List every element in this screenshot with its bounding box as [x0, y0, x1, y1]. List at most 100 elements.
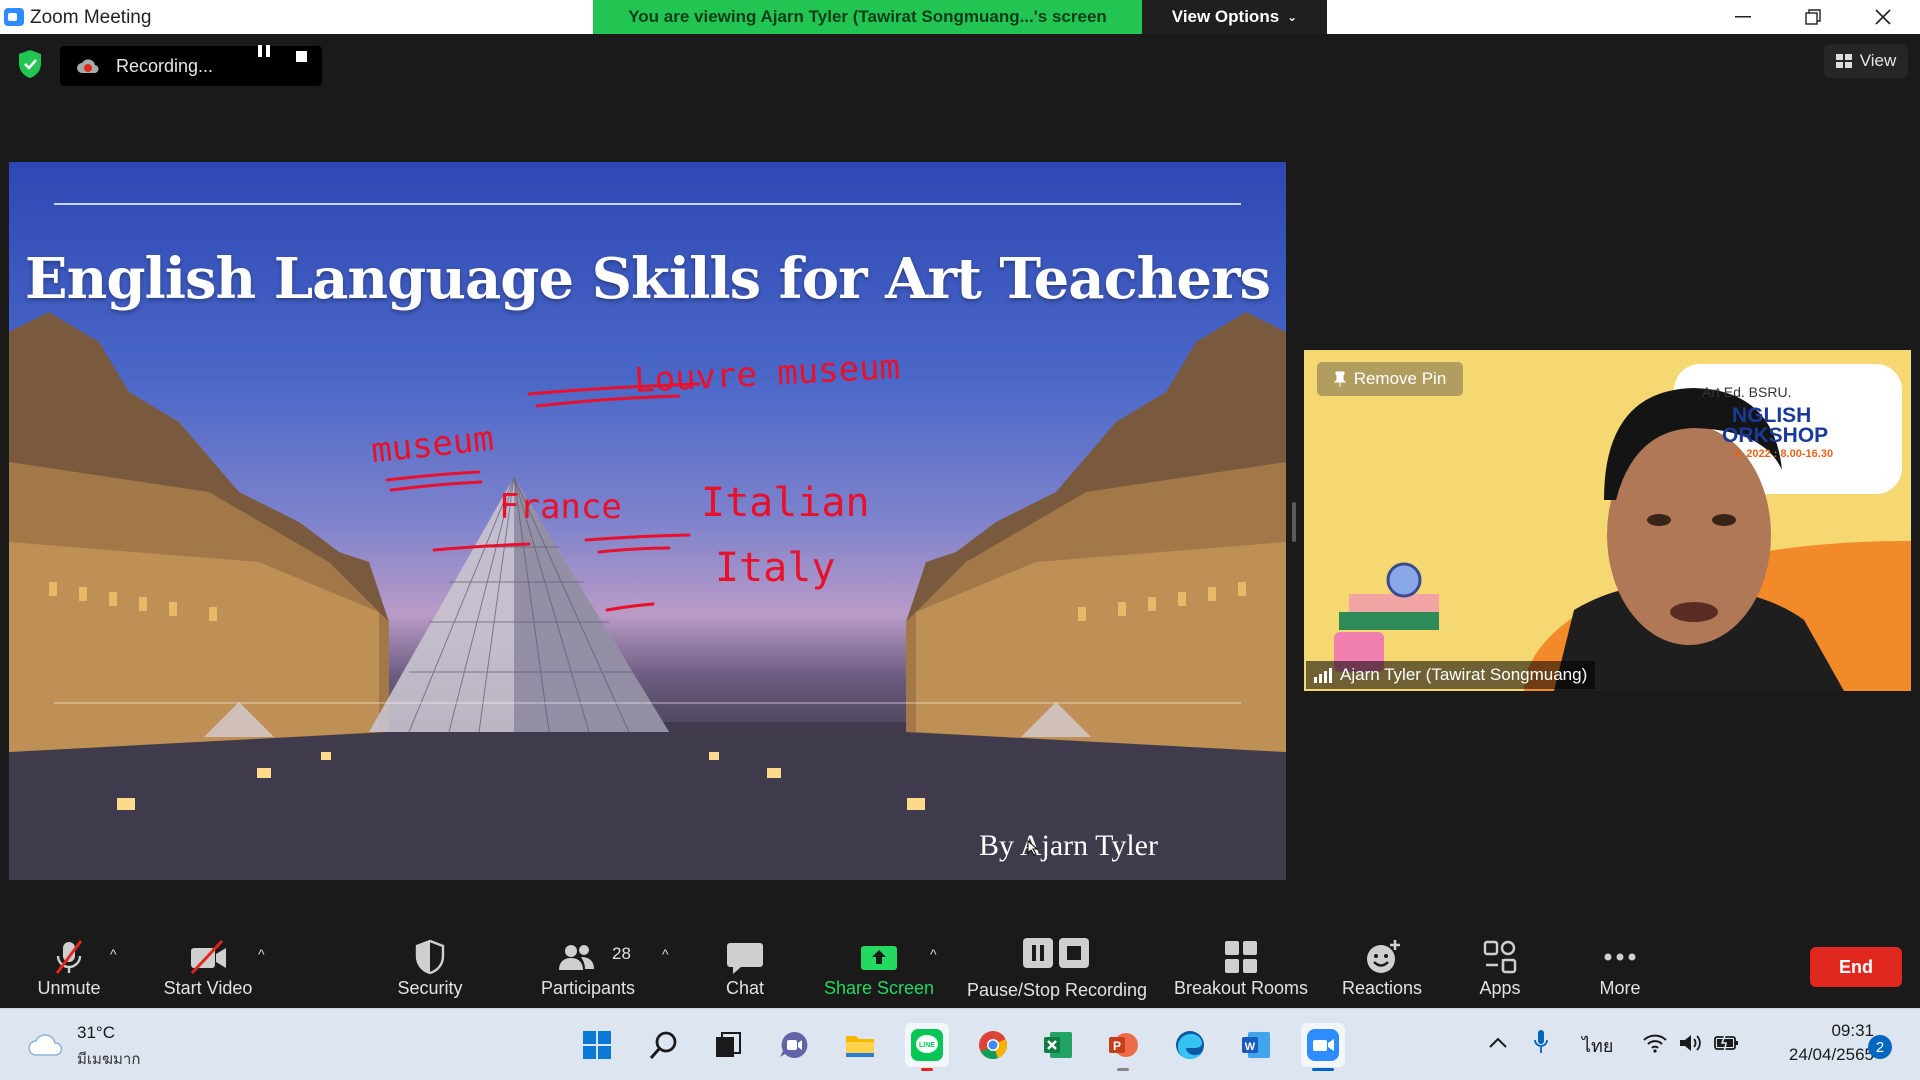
volume-icon[interactable]	[1678, 1033, 1702, 1053]
taskbar-excel[interactable]	[1036, 1023, 1080, 1067]
taskbar-powerpoint-indicator	[1117, 1068, 1129, 1071]
taskbar-chrome[interactable]	[971, 1023, 1015, 1067]
taskbar-powerpoint[interactable]: P	[1101, 1023, 1145, 1071]
security-button[interactable]: Security	[390, 918, 470, 1008]
weather-cloud-icon[interactable]	[28, 1031, 64, 1057]
participant-video[interactable]: Art Ed. BSRU. NGLISH ORKSHOP 4, 2022 : 8…	[1304, 350, 1911, 691]
taskbar-edge[interactable]	[1168, 1023, 1212, 1067]
more-button[interactable]: More	[1586, 918, 1654, 1008]
clock-time[interactable]: 09:31	[1784, 1021, 1874, 1041]
microphone-muted-icon	[55, 940, 83, 974]
meeting-area: Recording... View English Language Skill…	[0, 34, 1920, 1008]
shared-screen[interactable]: English Language Skills for Art Teachers…	[9, 162, 1286, 880]
slide-top-rule	[54, 203, 1241, 205]
chat-button[interactable]: Chat	[710, 918, 780, 1008]
taskbar-task-view[interactable]	[706, 1023, 750, 1067]
taskbar-search[interactable]	[642, 1023, 686, 1067]
pin-icon	[1333, 371, 1346, 387]
participants-icon	[558, 945, 594, 970]
folder-icon	[846, 1036, 874, 1057]
reactions-smiley-icon	[1367, 940, 1400, 973]
participant-name: Ajarn Tyler (Tawirat Songmuang)	[1340, 665, 1588, 684]
clock-date[interactable]: 24/04/2565	[1760, 1045, 1874, 1065]
view-label: View	[1859, 51, 1897, 70]
breakout-rooms-button[interactable]: Breakout Rooms	[1168, 918, 1314, 1008]
search-icon	[649, 1031, 677, 1059]
split-view-handle[interactable]	[1292, 502, 1296, 542]
slide-byline: By Ajarn Tyler	[979, 829, 1158, 862]
remove-pin-label: Remove Pin	[1353, 369, 1447, 388]
weather-description[interactable]: มีเมฆมาก	[77, 1047, 140, 1071]
windows-start-icon	[583, 1031, 611, 1059]
minimize-icon	[1735, 16, 1751, 18]
chevron-down-icon: ⌄	[1287, 10, 1298, 24]
cloud-recording-icon	[77, 59, 99, 74]
video-options-chevron-icon[interactable]: ^	[258, 946, 265, 962]
unmute-button[interactable]: Unmute	[20, 918, 118, 1008]
chrome-icon	[979, 1031, 1007, 1060]
participants-options-chevron-icon[interactable]: ^	[662, 946, 669, 962]
view-options-button[interactable]: View Options ⌄	[1142, 0, 1327, 34]
pause-stop-recording-button[interactable]: Pause/Stop Recording	[962, 918, 1152, 1008]
line-app-icon: LINE	[911, 1029, 943, 1061]
taskbar-zoom[interactable]	[1301, 1023, 1345, 1071]
taskbar-file-explorer[interactable]	[838, 1023, 882, 1067]
start-video-label: Start Video	[163, 978, 253, 998]
reactions-button[interactable]: Reactions	[1336, 918, 1428, 1008]
recording-indicator: Recording...	[60, 46, 322, 86]
taskbar-line[interactable]: LINE	[905, 1023, 949, 1071]
taskbar-start[interactable]	[575, 1023, 619, 1067]
participant-video-feed	[1304, 350, 1911, 691]
apps-button[interactable]: Apps	[1465, 918, 1535, 1008]
close-icon	[1875, 9, 1891, 25]
teams-chat-icon	[780, 1031, 808, 1058]
participants-button[interactable]: 28 Participants	[532, 918, 644, 1008]
annotation-italian: Italian	[701, 480, 870, 526]
participants-count: 28	[612, 944, 631, 963]
start-video-button[interactable]: Start Video	[150, 918, 266, 1008]
view-layout-button[interactable]: View	[1824, 44, 1908, 78]
restore-icon	[1805, 9, 1821, 25]
slide-title: English Language Skills for Art Teachers	[24, 246, 1271, 312]
notification-badge[interactable]: 2	[1868, 1035, 1892, 1059]
share-screen-button[interactable]: Share Screen	[818, 918, 940, 1008]
word-icon: W	[1242, 1032, 1270, 1058]
windows-taskbar: 31°C มีเมฆมาก LINE P W ไทย 09:31 24/04/2…	[0, 1008, 1920, 1080]
grid-view-icon	[1835, 54, 1852, 68]
zoom-app-icon	[4, 8, 24, 26]
participants-label: Participants	[540, 978, 636, 998]
breakout-rooms-icon	[1225, 941, 1257, 973]
taskbar-teams-chat[interactable]	[772, 1023, 816, 1067]
apps-label: Apps	[1479, 978, 1521, 998]
signal-strength-icon	[1314, 668, 1332, 683]
minimize-button[interactable]	[1708, 0, 1778, 34]
security-label: Security	[397, 978, 463, 998]
share-options-chevron-icon[interactable]: ^	[930, 946, 937, 962]
wifi-icon[interactable]	[1643, 1033, 1667, 1053]
encryption-shield-icon[interactable]	[17, 49, 43, 79]
pause-recording-button[interactable]	[246, 44, 282, 66]
pause-stop-recording-icon	[1023, 938, 1089, 968]
meeting-toolbar: Unmute ^ Start Video ^ Security 28 Parti…	[0, 918, 1920, 1008]
share-screen-label: Share Screen	[823, 978, 935, 998]
show-hidden-icons-chevron-icon[interactable]	[1488, 1035, 1508, 1049]
pause-icon	[258, 45, 270, 57]
breakout-rooms-label: Breakout Rooms	[1173, 978, 1309, 998]
taskbar-zoom-indicator	[1312, 1068, 1334, 1071]
mouse-cursor-icon	[1027, 840, 1039, 856]
close-button[interactable]	[1848, 0, 1918, 34]
weather-temperature[interactable]: 31°C	[77, 1023, 115, 1043]
workshop-sign-line-3: ORKSHOP	[1722, 424, 1829, 447]
microphone-tray-icon[interactable]	[1533, 1029, 1549, 1055]
recording-status: Recording...	[116, 56, 214, 76]
input-language-indicator[interactable]: ไทย	[1582, 1031, 1613, 1060]
stop-recording-button[interactable]	[290, 48, 312, 70]
battery-charging-icon[interactable]	[1714, 1033, 1740, 1053]
restore-button[interactable]	[1778, 0, 1848, 34]
video-off-icon	[190, 939, 226, 975]
audio-options-chevron-icon[interactable]: ^	[110, 946, 117, 962]
slide-bottom-rule	[54, 702, 1241, 704]
end-meeting-button[interactable]: End	[1810, 947, 1902, 987]
taskbar-word[interactable]: W	[1234, 1023, 1278, 1067]
remove-pin-button[interactable]: Remove Pin	[1317, 362, 1463, 396]
